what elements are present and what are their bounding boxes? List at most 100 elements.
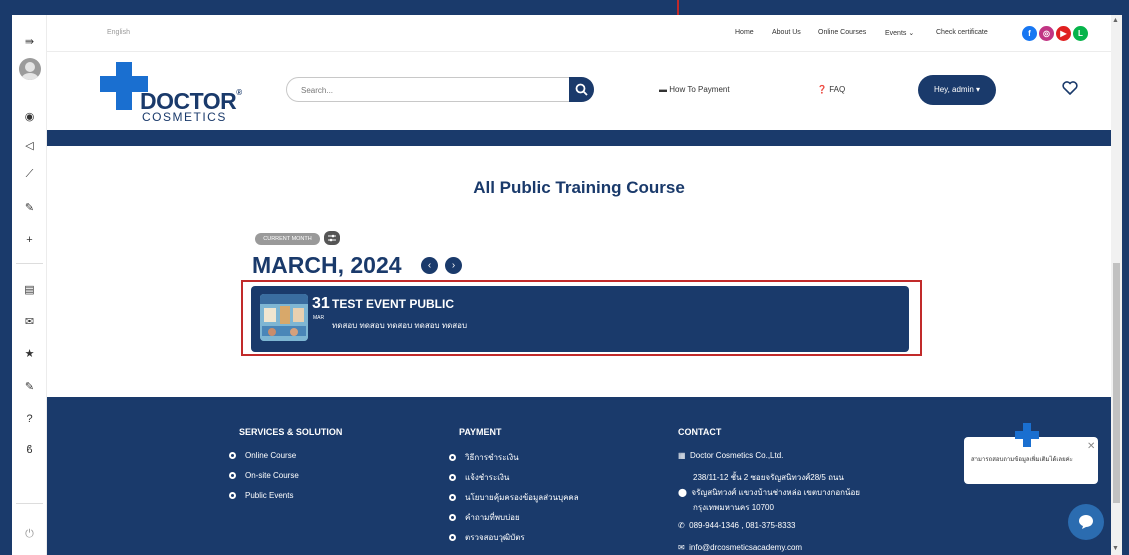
language-selector[interactable]: English bbox=[107, 29, 130, 36]
building-icon: ▦ bbox=[678, 451, 686, 460]
search-button[interactable] bbox=[569, 77, 594, 102]
footer-address-label: จรัญสนิทวงศ์ แขวงบ้านช่างหล่อ เขตบางกอกน… bbox=[691, 488, 860, 497]
chart-icon[interactable]: ⟋ bbox=[12, 167, 47, 181]
footer-email[interactable]: ✉ info@drcosmeticsacademy.com bbox=[678, 543, 802, 552]
site-logo[interactable]: DOCTOR® COSMETICS bbox=[100, 62, 260, 124]
footer-link-label: Online Course bbox=[245, 451, 297, 460]
chevron-down-icon: ⌄ bbox=[908, 30, 915, 37]
avatar[interactable] bbox=[19, 58, 41, 80]
map-pin-icon: ⬤ bbox=[678, 488, 687, 497]
top-bar: English Home About Us Online Courses Eve… bbox=[47, 15, 1111, 52]
wishlist-heart-icon[interactable] bbox=[1062, 81, 1078, 95]
search-box bbox=[286, 77, 594, 102]
footer-contact-heading: CONTACT bbox=[678, 427, 722, 437]
facebook-icon[interactable]: f bbox=[1022, 26, 1037, 41]
scrollbar-thumb[interactable] bbox=[1113, 263, 1120, 503]
footer-services-heading: SERVICES & SOLUTION bbox=[239, 427, 343, 437]
bullet-icon bbox=[229, 472, 236, 479]
footer-link-faq[interactable]: คำถามที่พบบ่อย bbox=[449, 511, 520, 524]
footer-link-online-course[interactable]: Online Course bbox=[229, 451, 296, 460]
star-icon[interactable]: ★ bbox=[12, 347, 47, 361]
document-icon[interactable]: ▤ bbox=[12, 283, 47, 297]
filter-button[interactable] bbox=[324, 231, 340, 245]
how-to-payment-label: How To Payment bbox=[669, 85, 730, 94]
scroll-down-arrow-icon[interactable]: ▼ bbox=[1112, 545, 1119, 552]
footer-link-label: วิธีการชำระเงิน bbox=[465, 453, 519, 462]
wallet-icon: ▬ bbox=[659, 85, 667, 94]
footer-link-label: คำถามที่พบบ่อย bbox=[465, 513, 520, 522]
footer-link-label: นโยบายคุ้มครองข้อมูลส่วนบุคคล bbox=[465, 493, 579, 502]
mail-icon: ✉ bbox=[678, 543, 685, 552]
footer-address-line-3: กรุงเทพมหานคร 10700 bbox=[693, 503, 774, 512]
bullet-icon bbox=[449, 534, 456, 541]
how-to-payment-link[interactable]: ▬ How To Payment bbox=[659, 85, 730, 94]
chat-logo-icon bbox=[1015, 423, 1039, 447]
bullet-icon bbox=[449, 474, 456, 481]
plus-icon[interactable]: + bbox=[12, 233, 47, 247]
chat-bubble-icon bbox=[1079, 515, 1093, 529]
search-input[interactable] bbox=[301, 83, 561, 97]
current-month-button[interactable]: CURRENT MONTH bbox=[255, 233, 320, 245]
footer-link-onsite-course[interactable]: On-site Course bbox=[229, 471, 299, 480]
footer-company: ▦ Doctor Cosmetics Co.,Ltd. bbox=[678, 451, 783, 460]
nav-online-courses[interactable]: Online Courses bbox=[818, 29, 866, 36]
account-menu-label: Hey, admin bbox=[933, 85, 974, 94]
scroll-up-arrow-icon[interactable]: ▲ bbox=[1112, 17, 1119, 24]
faq-label: FAQ bbox=[829, 85, 846, 94]
footer-payment-heading: PAYMENT bbox=[459, 427, 502, 437]
footer-address-line-1: 238/11-12 ชั้น 2 ซอยจรัญสนิทวงศ์28/5 ถนน bbox=[693, 473, 844, 482]
nav-events[interactable]: Events ⌄ bbox=[885, 29, 914, 37]
pen-icon[interactable]: ✎ bbox=[12, 380, 47, 394]
bullet-icon bbox=[229, 452, 236, 459]
header-band bbox=[47, 130, 1111, 146]
power-icon[interactable]: ⏻ bbox=[12, 527, 47, 541]
bug-icon[interactable]: ϐ bbox=[12, 443, 47, 457]
chevron-right-icon: › bbox=[451, 260, 456, 271]
nav-home[interactable]: Home bbox=[735, 29, 754, 36]
highlight-box bbox=[241, 280, 922, 356]
nav-events-label: Events bbox=[885, 30, 907, 37]
next-month-button[interactable]: › bbox=[445, 257, 462, 274]
youtube-icon[interactable]: ▶ bbox=[1056, 26, 1071, 41]
footer-address-line-2: ⬤ จรัญสนิทวงศ์ แขวงบ้านช่างหล่อ เขตบางกอ… bbox=[678, 486, 860, 499]
close-icon[interactable]: ✕ bbox=[1087, 441, 1095, 452]
phone-icon: ✆ bbox=[678, 521, 685, 530]
instagram-icon[interactable]: ◎ bbox=[1039, 26, 1054, 41]
account-menu-button[interactable]: Hey, admin ▾ bbox=[918, 75, 996, 105]
footer-link-public-events[interactable]: Public Events bbox=[229, 491, 293, 500]
footer-link-verify-certificate[interactable]: ตรวจสอบวุฒิบัตร bbox=[449, 531, 525, 544]
bullet-icon bbox=[229, 492, 236, 499]
sidebar-divider bbox=[16, 503, 43, 504]
site-footer: SERVICES & SOLUTION Online Course On-sit… bbox=[47, 397, 1111, 555]
caret-down-icon: ▾ bbox=[976, 85, 981, 94]
question-circle-icon: ❓ bbox=[817, 85, 827, 94]
collapse-menu-icon[interactable]: ⇛ bbox=[12, 35, 47, 49]
footer-link-payment-method[interactable]: วิธีการชำระเงิน bbox=[449, 451, 519, 464]
sliders-icon bbox=[328, 234, 336, 242]
footer-link-payment-notify[interactable]: แจ้งชำระเงิน bbox=[449, 471, 509, 484]
footer-phone-label: 089-944-1346 , 081-375-8333 bbox=[689, 521, 796, 530]
bullet-icon bbox=[449, 494, 456, 501]
nav-about-us[interactable]: About Us bbox=[772, 29, 801, 36]
dashboard-icon[interactable]: ◉ bbox=[12, 110, 47, 124]
footer-link-label: Public Events bbox=[245, 491, 294, 500]
faq-link[interactable]: ❓ FAQ bbox=[817, 85, 845, 94]
line-icon[interactable]: L bbox=[1073, 26, 1088, 41]
app-frame: ⇛ ◉ ◁ ⟋ ✎ + ▤ ✉ ★ ✎ ? ϐ ⏻ English Home A… bbox=[0, 0, 1129, 555]
mail-icon[interactable]: ✉ bbox=[12, 315, 47, 329]
chat-launcher-button[interactable] bbox=[1068, 504, 1104, 540]
page-title: All Public Training Course bbox=[473, 178, 685, 197]
footer-phone[interactable]: ✆ 089-944-1346 , 081-375-8333 bbox=[678, 521, 795, 530]
bullet-icon bbox=[449, 454, 456, 461]
prev-month-button[interactable]: ‹ bbox=[421, 257, 438, 274]
megaphone-icon[interactable]: ◁ bbox=[12, 139, 47, 153]
logo-subtext: COSMETICS bbox=[142, 110, 227, 124]
help-icon[interactable]: ? bbox=[12, 412, 47, 426]
footer-company-label: Doctor Cosmetics Co.,Ltd. bbox=[690, 451, 784, 460]
footer-link-privacy-policy[interactable]: นโยบายคุ้มครองข้อมูลส่วนบุคคล bbox=[449, 491, 579, 504]
sidebar-divider bbox=[16, 263, 43, 264]
search-icon bbox=[575, 83, 588, 96]
nav-check-certificate[interactable]: Check certificate bbox=[936, 29, 988, 36]
page-scrollbar[interactable]: ▲ ▼ bbox=[1111, 15, 1122, 555]
brush-icon[interactable]: ✎ bbox=[12, 201, 47, 215]
